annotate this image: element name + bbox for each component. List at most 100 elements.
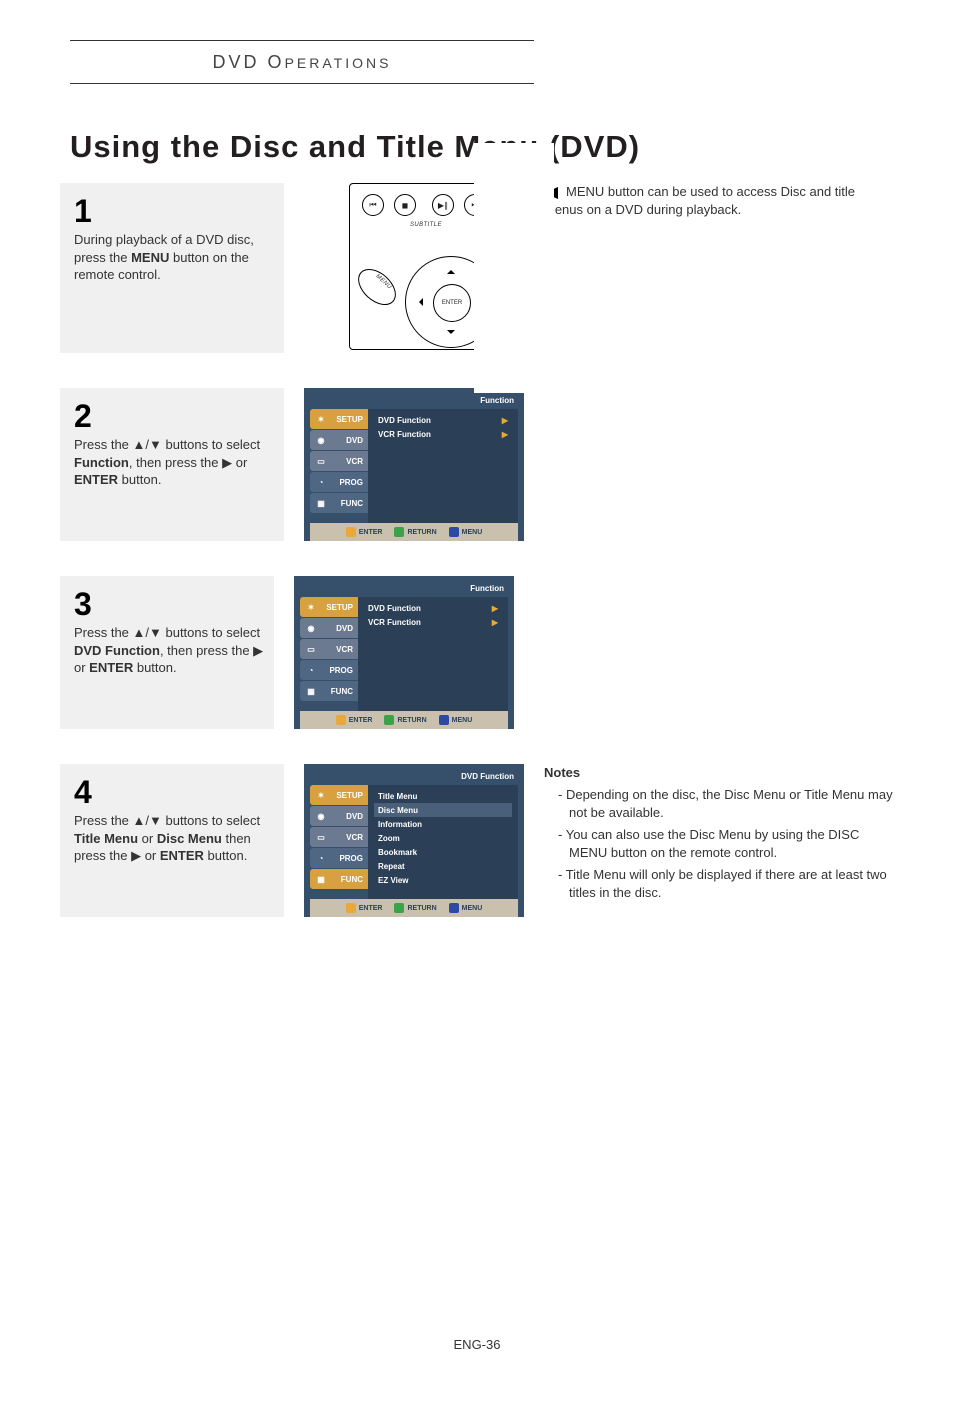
osd2-tab-setup-label: SETUP — [336, 415, 363, 424]
grid-icon: ▦ — [314, 496, 328, 510]
dot-return-icon — [394, 903, 404, 913]
step-1-bold: MENU — [131, 250, 169, 265]
osd3-item-1-arrow-icon: ▶ — [492, 618, 498, 627]
step-2-right — [544, 388, 894, 541]
remote-mask — [474, 143, 554, 393]
step-1-row: 1 During playback of a DVD disc, press t… — [60, 183, 894, 353]
osd4-tab-vcr: ▭VCR — [310, 827, 368, 847]
osd2-tab-vcr-label: VCR — [346, 457, 363, 466]
step-4-body: Press the ▲/▼ buttons to select Title Me… — [74, 812, 270, 865]
osd4-item-3-label: Zoom — [378, 834, 400, 843]
step-4-post2: button. — [204, 848, 247, 863]
osd4-body: Title Menu Disc Menu Information Zoom Bo… — [368, 785, 518, 899]
osd4-tab-dvd: ◉DVD — [310, 806, 368, 826]
osd4-foot-return: RETURN — [394, 903, 436, 913]
dot-menu-icon — [439, 715, 449, 725]
step-4-bold2: Disc Menu — [157, 831, 222, 846]
osd-menu-2: Function ✶SETUP ◉DVD ▭VCR ◔PROG ▦FUNC DV… — [304, 388, 524, 541]
step-1-tip: MENU button can be used to access Disc a… — [544, 183, 894, 353]
dot-enter-icon — [346, 527, 356, 537]
step-3-right — [534, 576, 894, 729]
osd2-foot-enter: ENTER — [346, 527, 383, 537]
osd4-item-5: Repeat — [374, 859, 512, 873]
step-2-bold2: ENTER — [74, 472, 118, 487]
osd3-item-0: DVD Function▶ — [364, 601, 502, 615]
osd3-tab-setup-label: SETUP — [326, 603, 353, 612]
osd4-item-3: Zoom — [374, 831, 512, 845]
osd3-tab-dvd: ◉DVD — [300, 618, 358, 638]
step-4-notes: Notes Depending on the disc, the Disc Me… — [544, 764, 894, 917]
osd2-sidebar: ✶ SETUP ◉DVD ▭ VCR ◔ PROG ▦FUNC — [310, 409, 368, 523]
osd4-item-6: EZ View — [374, 873, 512, 887]
notes-item-0: Depending on the disc, the Disc Menu or … — [558, 786, 894, 822]
osd2-foot-return-label: RETURN — [407, 529, 436, 536]
step-2-body: Press the ▲/▼ buttons to select Function… — [74, 436, 270, 489]
osd2-item-1: VCR Function▶ — [374, 427, 512, 441]
notes-list: Depending on the disc, the Disc Menu or … — [544, 786, 894, 903]
osd3-tab-prog-label: PROG — [329, 666, 353, 675]
osd3-item-1-label: VCR Function — [368, 618, 421, 627]
osd3-tab-func: ▦FUNC — [300, 681, 358, 701]
osd3-foot-enter-label: ENTER — [349, 717, 373, 724]
osd4-footer: ENTER RETURN MENU — [310, 899, 518, 917]
osd4-foot-enter-label: ENTER — [359, 905, 383, 912]
page-footer: ENG-36 — [60, 1337, 894, 1352]
osd4-item-0: Title Menu — [374, 789, 512, 803]
osd3-foot-menu-label: MENU — [452, 717, 473, 724]
osd3-tab-setup: ✶ SETUP — [300, 597, 358, 617]
osd-menu-4: DVD Function ✶SETUP ◉DVD ▭VCR ◔PROG ▦FUN… — [304, 764, 524, 917]
osd4-item-0-label: Title Menu — [378, 792, 417, 801]
step-2-number: 2 — [74, 400, 270, 432]
osd3-tab-dvd-label: DVD — [336, 624, 353, 633]
osd4-tab-setup-label: SETUP — [336, 791, 363, 800]
step-1-graphic: ⏮ ◼ ▶∥ ⏭ SUBTITLE ENTER MENU — [304, 183, 524, 353]
disc-icon: ◉ — [314, 809, 328, 823]
disc-icon: ◉ — [314, 433, 328, 447]
tape-icon: ▭ — [314, 830, 328, 844]
osd2-tab-prog-label: PROG — [339, 478, 363, 487]
step-2-pre: Press the ▲/▼ buttons to select — [74, 437, 260, 452]
osd3-body: DVD Function▶ VCR Function ▶ — [358, 597, 508, 711]
osd-menu-3: Function ✶SETUP ◉DVD ▭VCR ◔PROG ▦FUNC DV… — [294, 576, 514, 729]
tip-text: MENU button can be used to access Disc a… — [544, 184, 855, 217]
step-4-pre: Press the ▲/▼ buttons to select — [74, 813, 260, 828]
osd2-tab-dvd: ◉DVD — [310, 430, 368, 450]
step-3-bold2: ENTER — [89, 660, 133, 675]
osd3-foot-menu: MENU — [439, 715, 473, 725]
header-bar: DVD OPERATIONS — [70, 40, 534, 84]
subtitle-label: SUBTITLE — [410, 222, 442, 228]
notes-heading: Notes — [544, 764, 894, 782]
dot-enter-icon — [346, 903, 356, 913]
header-bar-main: DVD O — [213, 52, 285, 72]
enter-button: ENTER — [433, 284, 471, 322]
dot-return-icon — [384, 715, 394, 725]
clock-icon: ◔ — [314, 475, 328, 489]
osd3-tab-vcr: ▭VCR — [300, 639, 358, 659]
osd3-item-0-label: DVD Function — [368, 604, 421, 613]
osd2-foot-enter-label: ENTER — [359, 529, 383, 536]
grid-icon: ▦ — [304, 684, 318, 698]
osd4-tab-setup: ✶SETUP — [310, 785, 368, 805]
osd2-tab-func: ▦FUNC — [310, 493, 368, 513]
remote-illustration: ⏮ ◼ ▶∥ ⏭ SUBTITLE ENTER MENU — [314, 183, 514, 353]
osd3-item-1: VCR Function ▶ — [364, 615, 502, 629]
osd2-foot-return: RETURN — [394, 527, 436, 537]
step-2-text: 2 Press the ▲/▼ buttons to select Functi… — [60, 388, 284, 541]
step-2-post2: button. — [118, 472, 161, 487]
osd4-tab-func: ▦FUNC — [310, 869, 368, 889]
osd3-sidebar: ✶SETUP ◉DVD ▭VCR ◔PROG ▦FUNC — [300, 597, 358, 711]
gear-icon: ✶ — [304, 600, 318, 614]
step-3-row: 3 Press the ▲/▼ buttons to select DVD Fu… — [60, 576, 894, 729]
gear-icon: ✶ — [314, 412, 328, 426]
osd3-foot-enter: ENTER — [336, 715, 373, 725]
osd4-item-4: Bookmark — [374, 845, 512, 859]
osd4-item-5-label: Repeat — [378, 862, 405, 871]
step-4-text: 4 Press the ▲/▼ buttons to select Title … — [60, 764, 284, 917]
osd4-foot-enter: ENTER — [346, 903, 383, 913]
grid-icon: ▦ — [314, 872, 328, 886]
tape-icon: ▭ — [314, 454, 328, 468]
step-1-number: 1 — [74, 195, 270, 227]
osd2-tab-setup: ✶ SETUP — [310, 409, 368, 429]
osd4-item-4-label: Bookmark — [378, 848, 417, 857]
step-4-number: 4 — [74, 776, 270, 808]
